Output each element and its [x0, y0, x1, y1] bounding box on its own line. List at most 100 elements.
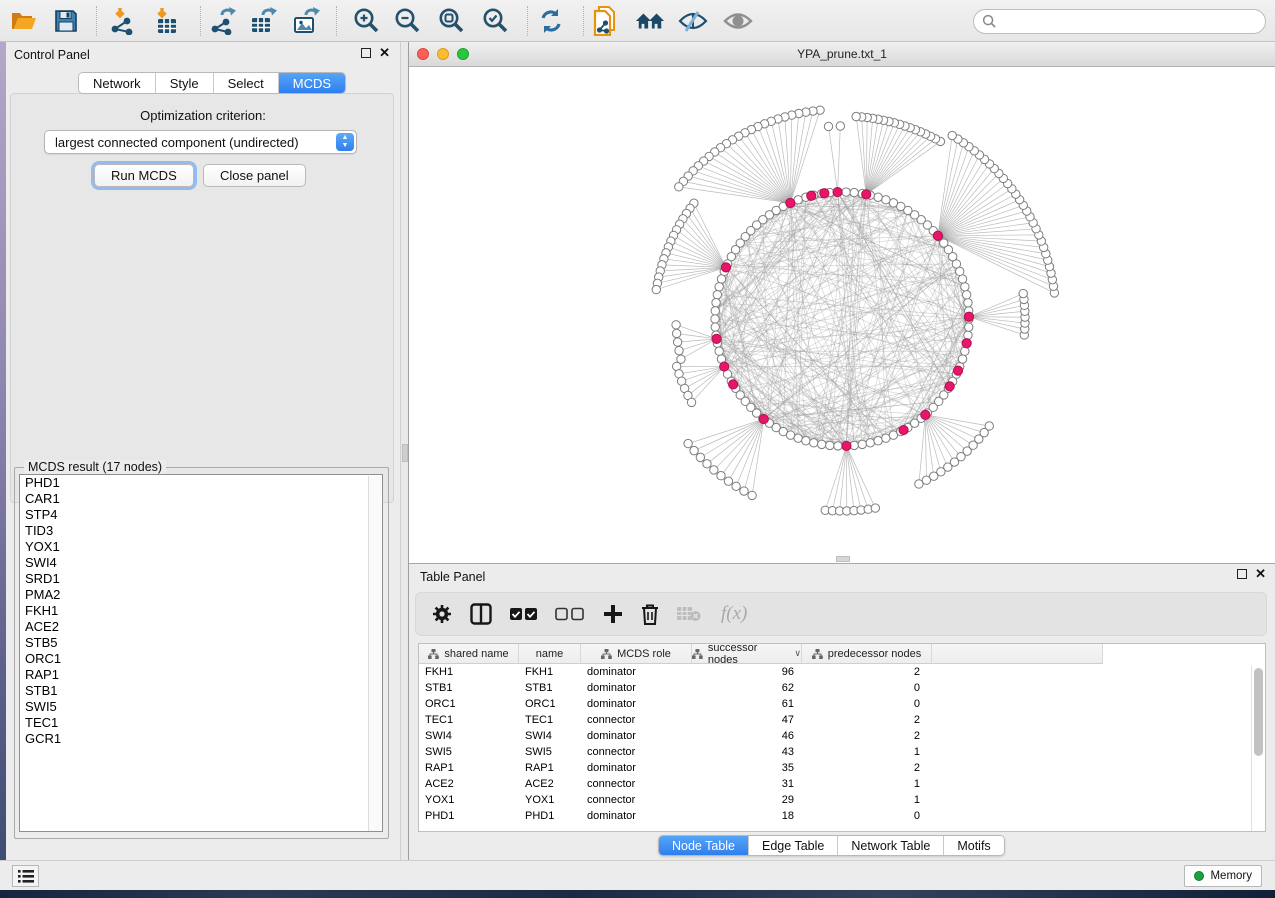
- toolbar-separator: [96, 6, 97, 36]
- export-table-icon[interactable]: [248, 7, 278, 35]
- task-history-button[interactable]: [12, 865, 39, 887]
- select-all-rows-icon[interactable]: [510, 607, 537, 621]
- table-cell: TEC1: [419, 712, 519, 728]
- mcds-node-item[interactable]: RAP1: [20, 667, 382, 683]
- zoom-in-icon[interactable]: [351, 7, 381, 35]
- mcds-node-item[interactable]: SRD1: [20, 571, 382, 587]
- column-header-MCDS-role[interactable]: MCDS role: [581, 644, 692, 664]
- column-header-predecessor-nodes[interactable]: predecessor nodes: [802, 644, 932, 664]
- refresh-layout-icon[interactable]: [536, 7, 566, 35]
- mcds-node-item[interactable]: GCR1: [20, 731, 382, 747]
- tab-node-table[interactable]: Node Table: [659, 836, 749, 855]
- add-column-icon[interactable]: [603, 604, 623, 624]
- tab-select[interactable]: Select: [214, 73, 279, 93]
- export-network-icon[interactable]: [209, 7, 239, 35]
- save-session-icon[interactable]: [51, 7, 81, 35]
- node-table: shared namenameMCDS rolesuccessor nodes∨…: [418, 643, 1266, 832]
- new-network-from-selection-icon[interactable]: [591, 7, 621, 35]
- table-row[interactable]: TEC1TEC1connector472: [419, 712, 1252, 728]
- zoom-fit-icon[interactable]: [436, 7, 466, 35]
- global-search-field[interactable]: [973, 9, 1266, 34]
- close-panel-icon[interactable]: ✕: [379, 48, 390, 58]
- mcds-node-item[interactable]: ACE2: [20, 619, 382, 635]
- close-panel-button[interactable]: Close panel: [203, 164, 306, 187]
- mcds-node-item[interactable]: ORC1: [20, 651, 382, 667]
- delete-column-icon[interactable]: [641, 604, 659, 625]
- mcds-node-item[interactable]: SWI4: [20, 555, 382, 571]
- column-header-empty[interactable]: [932, 644, 1103, 664]
- table-row[interactable]: YOX1YOX1connector291: [419, 792, 1252, 808]
- tab-network-table[interactable]: Network Table: [838, 836, 944, 855]
- float-panel-icon[interactable]: [1237, 569, 1247, 579]
- mcds-node-item[interactable]: STP4: [20, 507, 382, 523]
- tab-network[interactable]: Network: [79, 73, 156, 93]
- mcds-node-item[interactable]: CAR1: [20, 491, 382, 507]
- table-panel-tabs: Node TableEdge TableNetwork TableMotifs: [658, 835, 1005, 856]
- table-cell: 96: [692, 664, 802, 680]
- table-scrollbar[interactable]: [1251, 666, 1264, 831]
- column-layout-icon[interactable]: [470, 603, 492, 625]
- mcds-node-item[interactable]: TEC1: [20, 715, 382, 731]
- mcds-node-item[interactable]: TID3: [20, 523, 382, 539]
- export-image-icon[interactable]: [291, 7, 321, 35]
- table-cell: STB1: [519, 680, 581, 696]
- zoom-out-icon[interactable]: [392, 7, 422, 35]
- network-canvas[interactable]: [409, 67, 1275, 563]
- column-header-name[interactable]: name: [519, 644, 581, 664]
- mcds-node-item[interactable]: STB5: [20, 635, 382, 651]
- tab-edge-table[interactable]: Edge Table: [749, 836, 838, 855]
- list-icon: [18, 870, 34, 883]
- import-network-icon[interactable]: [108, 7, 138, 35]
- tab-style[interactable]: Style: [156, 73, 214, 93]
- table-settings-gear-icon[interactable]: [432, 604, 452, 624]
- mcds-dominator-node: [945, 382, 954, 391]
- tab-mcds[interactable]: MCDS: [279, 73, 345, 93]
- table-cell: connector: [581, 712, 692, 728]
- vertical-splitter[interactable]: [400, 42, 409, 860]
- open-file-icon[interactable]: [9, 7, 39, 35]
- mcds-node-item[interactable]: YOX1: [20, 539, 382, 555]
- column-header-shared-name[interactable]: shared name: [419, 644, 519, 664]
- zoom-selected-icon[interactable]: [480, 7, 510, 35]
- first-neighbors-icon[interactable]: [635, 7, 665, 35]
- deselect-all-rows-icon[interactable]: [555, 607, 585, 621]
- status-bar: Memory: [0, 860, 1275, 890]
- float-panel-icon[interactable]: [361, 48, 371, 58]
- run-mcds-button[interactable]: Run MCDS: [94, 164, 194, 187]
- mcds-result-title: MCDS result (17 nodes): [24, 460, 166, 474]
- table-row[interactable]: ACE2ACE2connector311: [419, 776, 1252, 792]
- mcds-result-list[interactable]: PHD1CAR1STP4TID3YOX1SWI4SRD1PMA2FKH1ACE2…: [19, 474, 383, 832]
- table-cell: 2: [802, 728, 932, 744]
- horizontal-splitter-grip[interactable]: [836, 556, 850, 562]
- scrollbar-thumb[interactable]: [1254, 668, 1263, 756]
- table-row[interactable]: FKH1FKH1dominator962: [419, 664, 1252, 680]
- desktop-wallpaper-strip: [0, 890, 1275, 898]
- table-row[interactable]: SWI4SWI4dominator462: [419, 728, 1252, 744]
- table-cell: 1: [802, 776, 932, 792]
- mcds-node-item[interactable]: PMA2: [20, 587, 382, 603]
- network-window-titlebar[interactable]: YPA_prune.txt_1: [409, 42, 1275, 67]
- import-table-icon[interactable]: [152, 7, 182, 35]
- mcds-node-item[interactable]: PHD1: [20, 475, 382, 491]
- hide-selected-icon[interactable]: [678, 7, 708, 35]
- optimization-criterion-select[interactable]: largest connected component (undirected)…: [44, 130, 357, 154]
- memory-button[interactable]: Memory: [1184, 865, 1262, 887]
- mcds-node-item[interactable]: FKH1: [20, 603, 382, 619]
- table-row[interactable]: STB1STB1dominator620: [419, 680, 1252, 696]
- mcds-node-item[interactable]: STB1: [20, 683, 382, 699]
- table-cell: dominator: [581, 680, 692, 696]
- table-row[interactable]: SWI5SWI5connector431: [419, 744, 1252, 760]
- mcds-list-scrollbar[interactable]: [368, 476, 381, 832]
- splitter-grip[interactable]: [402, 444, 408, 462]
- column-header-successor-nodes[interactable]: successor nodes∨: [692, 644, 802, 664]
- mcds-node-item[interactable]: SWI5: [20, 699, 382, 715]
- table-row[interactable]: RAP1RAP1dominator352: [419, 760, 1252, 776]
- table-row[interactable]: PHD1PHD1dominator180: [419, 808, 1252, 824]
- search-input[interactable]: [1002, 15, 1265, 29]
- table-cell: FKH1: [519, 664, 581, 680]
- show-all-icon[interactable]: [723, 7, 753, 35]
- table-row[interactable]: ORC1ORC1dominator610: [419, 696, 1252, 712]
- tab-motifs[interactable]: Motifs: [944, 836, 1003, 855]
- close-panel-icon[interactable]: ✕: [1255, 569, 1266, 579]
- mcds-dominator-node: [720, 362, 729, 371]
